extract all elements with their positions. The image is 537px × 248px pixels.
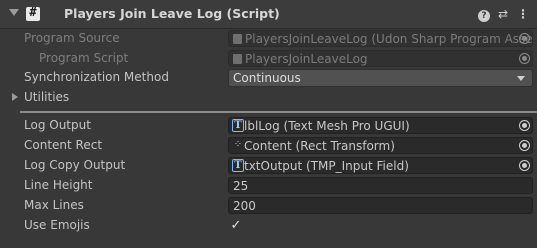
object-picker-icon[interactable] <box>519 120 530 131</box>
log-copy-output-label: Log Copy Output <box>24 158 126 172</box>
chevron-down-icon <box>517 76 525 81</box>
object-picker-icon <box>519 53 530 64</box>
asset-icon <box>233 34 242 44</box>
use-emojis-label: Use Emojis <box>24 218 90 232</box>
use-emojis-checkbox[interactable]: ✓ <box>228 218 244 234</box>
sync-method-row: Synchronization Method Continuous <box>0 68 537 88</box>
sync-method-label: Synchronization Method <box>24 70 169 84</box>
script-asset-icon <box>233 54 242 64</box>
object-picker-icon[interactable] <box>519 140 530 151</box>
rect-transform-icon: ⁘ <box>233 139 243 150</box>
program-source-row: Program Source PlayersJoinLeaveLog (Udon… <box>0 29 537 49</box>
utilities-foldout[interactable]: Utilities <box>0 88 537 108</box>
max-lines-value: 200 <box>233 199 256 213</box>
foldout-expanded-icon[interactable] <box>9 9 19 16</box>
foldout-collapsed-icon[interactable] <box>12 93 18 101</box>
line-height-value: 25 <box>233 179 249 193</box>
utilities-label[interactable]: Utilities <box>24 90 69 104</box>
script-hash-glyph: # <box>29 5 37 19</box>
object-picker-icon[interactable] <box>519 160 530 171</box>
program-script-value: PlayersJoinLeaveLog <box>245 52 368 66</box>
line-height-row: Line Height 25 <box>0 176 537 196</box>
script-icon: # <box>26 5 40 21</box>
program-script-row: Program Script PlayersJoinLeaveLog <box>0 49 537 69</box>
line-height-label[interactable]: Line Height <box>24 178 93 192</box>
more-options-icon[interactable]: ⋮ <box>516 6 530 22</box>
program-source-value: PlayersJoinLeaveLog (Udon Sharp Program … <box>245 32 533 46</box>
section-separator <box>20 111 537 113</box>
sync-method-value: Continuous <box>233 71 301 85</box>
help-icon[interactable]: ? <box>477 6 491 22</box>
content-rect-row: Content Rect ⁘ Content (Rect Transform) <box>0 136 537 156</box>
max-lines-input[interactable]: 200 <box>228 197 533 214</box>
log-copy-output-row: Log Copy Output T txtOutput (TMP_Input F… <box>0 156 537 176</box>
line-height-input[interactable]: 25 <box>228 177 533 194</box>
content-rect-label: Content Rect <box>24 138 103 152</box>
use-emojis-row: Use Emojis ✓ <box>0 216 537 236</box>
log-output-row: Log Output T lblLog (Text Mesh Pro UGUI) <box>0 116 537 136</box>
text-component-icon: T <box>232 159 244 172</box>
log-output-label: Log Output <box>24 118 91 132</box>
presets-icon[interactable]: ⇄ <box>496 6 510 22</box>
program-source-field: PlayersJoinLeaveLog (Udon Sharp Program … <box>228 30 533 47</box>
content-rect-field[interactable]: ⁘ Content (Rect Transform) <box>228 137 533 154</box>
sync-method-dropdown[interactable]: Continuous <box>228 69 533 87</box>
program-source-label: Program Source <box>24 31 120 45</box>
log-output-value: lblLog (Text Mesh Pro UGUI) <box>244 119 410 133</box>
content-rect-value: Content (Rect Transform) <box>244 139 395 153</box>
max-lines-row: Max Lines 200 <box>0 196 537 216</box>
object-picker-icon <box>519 33 530 44</box>
log-output-field[interactable]: T lblLog (Text Mesh Pro UGUI) <box>228 117 533 134</box>
component-title: Players Join Leave Log (Script) <box>64 6 280 21</box>
log-copy-output-field[interactable]: T txtOutput (TMP_Input Field) <box>228 157 533 174</box>
max-lines-label[interactable]: Max Lines <box>24 198 84 212</box>
text-component-icon: T <box>232 119 244 132</box>
program-script-field: PlayersJoinLeaveLog <box>228 50 533 67</box>
program-script-label: Program Script <box>39 51 129 65</box>
log-copy-output-value: txtOutput (TMP_Input Field) <box>244 159 409 173</box>
component-header[interactable]: # Players Join Leave Log (Script) ? ⇄ ⋮ <box>0 0 537 29</box>
